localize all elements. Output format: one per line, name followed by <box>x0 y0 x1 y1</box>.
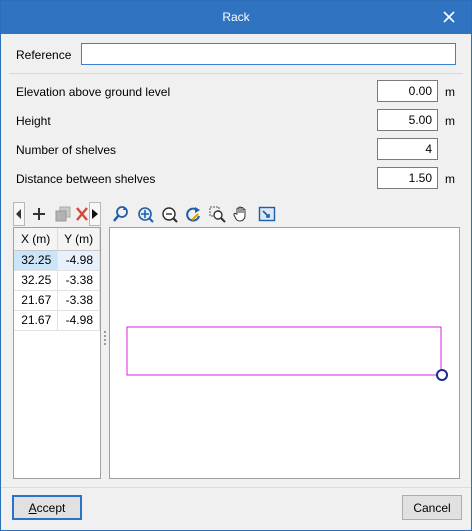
close-button[interactable] <box>437 6 461 28</box>
splitter-handle[interactable] <box>103 331 107 347</box>
accept-mnemonic: A <box>28 500 37 515</box>
dialog-title: Rack <box>222 10 250 24</box>
rack-outline[interactable] <box>126 326 442 376</box>
cell-y[interactable]: -3.38 <box>57 290 100 311</box>
zoom-window-button[interactable] <box>159 202 179 226</box>
accept-label: ccept <box>36 500 66 515</box>
reference-input[interactable] <box>81 43 456 65</box>
zoom-tool-button[interactable] <box>207 202 227 226</box>
footer-separator <box>1 487 471 488</box>
elevation-input[interactable]: 0.00 <box>377 80 438 102</box>
delete-row-button[interactable] <box>75 202 89 226</box>
zoom-previous-icon <box>113 206 128 222</box>
cell-x[interactable]: 32.25 <box>14 250 59 271</box>
rack-dialog: Rack Reference Elevation above ground le… <box>0 0 472 531</box>
table-row[interactable]: 21.67 -4.98 <box>14 310 100 331</box>
distance-input[interactable]: 1.50 <box>377 167 438 189</box>
scroll-left-button[interactable] <box>13 202 25 226</box>
accept-button[interactable]: Accept <box>12 495 82 520</box>
vertex-marker[interactable] <box>436 369 448 381</box>
zoom-tool-icon <box>209 206 226 223</box>
zoom-previous-button[interactable] <box>111 202 131 226</box>
pan-button[interactable] <box>231 202 251 226</box>
add-row-button[interactable] <box>29 202 49 226</box>
shelves-label: Number of shelves <box>16 143 117 157</box>
redraw-button[interactable] <box>183 202 203 226</box>
column-header-y: Y (m) <box>57 228 100 251</box>
delete-icon <box>76 207 88 221</box>
table-header-row: X (m) Y (m) <box>14 228 100 251</box>
add-icon <box>33 208 45 220</box>
copy-row-button[interactable] <box>53 202 73 226</box>
cell-x[interactable]: 21.67 <box>14 310 59 331</box>
grid-toolbar <box>13 202 101 226</box>
cell-x[interactable]: 21.67 <box>14 290 59 311</box>
height-input[interactable]: 5.00 <box>377 109 438 131</box>
table-row[interactable]: 32.25 -3.38 <box>14 270 100 291</box>
cell-x[interactable]: 32.25 <box>14 270 59 291</box>
reference-label: Reference <box>16 48 72 62</box>
cell-y[interactable]: -3.38 <box>57 270 100 291</box>
distance-unit: m <box>445 172 455 186</box>
pan-icon <box>233 206 246 222</box>
zoom-extents-button[interactable] <box>257 202 277 226</box>
scroll-right-button[interactable] <box>89 202 101 226</box>
distance-label: Distance between shelves <box>16 172 156 186</box>
zoom-window-icon <box>162 207 178 223</box>
separator <box>9 73 463 74</box>
copy-icon <box>55 206 71 222</box>
canvas-toolbar <box>111 202 291 226</box>
zoom-all-icon <box>138 207 154 223</box>
cell-y[interactable]: -4.98 <box>57 250 100 271</box>
height-label: Height <box>16 114 51 128</box>
cancel-button[interactable]: Cancel <box>402 495 462 520</box>
drawing-canvas[interactable] <box>109 227 460 479</box>
redraw-icon <box>186 207 200 222</box>
table-row[interactable]: 32.25 -4.98 <box>14 250 100 271</box>
scroll-left-icon <box>16 209 21 219</box>
elevation-label: Elevation above ground level <box>16 85 171 99</box>
close-icon <box>443 11 455 23</box>
scroll-right-icon <box>92 209 98 219</box>
elevation-unit: m <box>445 85 455 99</box>
height-unit: m <box>445 114 455 128</box>
cell-y[interactable]: -4.98 <box>57 310 100 331</box>
column-header-x: X (m) <box>14 228 59 251</box>
coordinates-table[interactable]: X (m) Y (m) 32.25 -4.98 32.25 -3.38 21.6… <box>13 227 101 479</box>
zoom-extents-icon <box>258 206 276 222</box>
zoom-all-button[interactable] <box>135 202 155 226</box>
table-row[interactable]: 21.67 -3.38 <box>14 290 100 311</box>
title-bar: Rack <box>1 1 471 34</box>
shelves-input[interactable]: 4 <box>377 138 438 160</box>
